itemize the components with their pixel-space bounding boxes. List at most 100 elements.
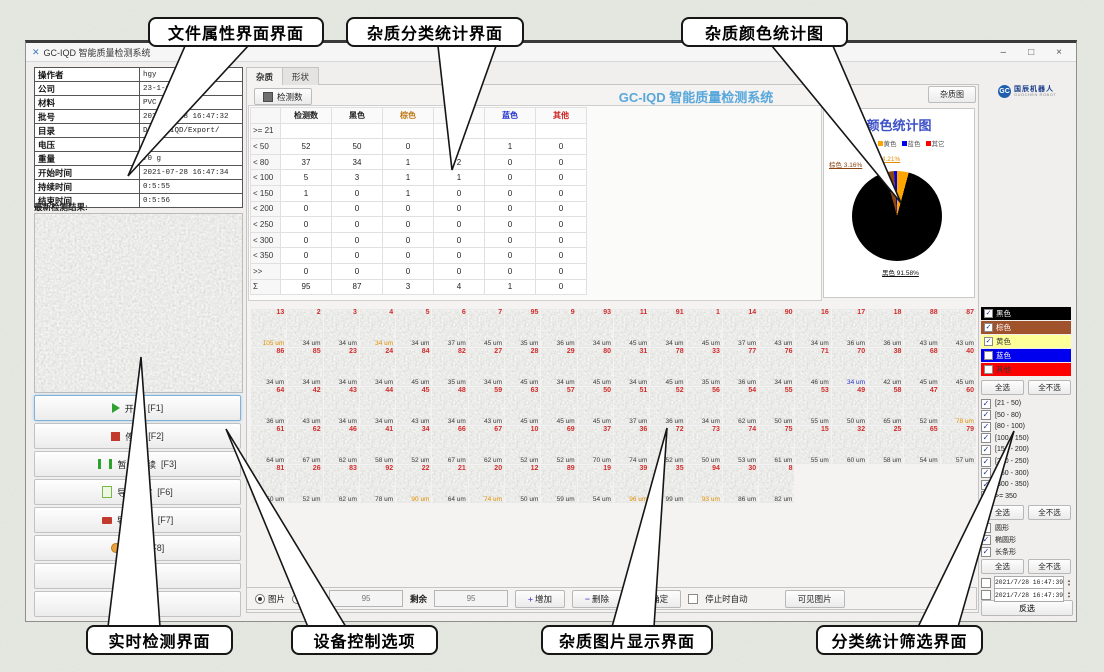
shape-filter-row[interactable]: ✓圆形 xyxy=(981,522,1071,533)
impurity-tile[interactable]: 9278 um xyxy=(360,465,395,503)
impurity-tile[interactable]: 7146 um xyxy=(795,348,830,386)
shape-filter-row[interactable]: ✓椭圆形 xyxy=(981,534,1071,545)
impurity-tile[interactable]: 9043 um xyxy=(759,309,794,347)
impurity-tile[interactable]: 6267 um xyxy=(287,426,322,464)
impurity-tile[interactable]: 2074 um xyxy=(469,465,504,503)
select-all-button[interactable]: 全选 xyxy=(981,559,1024,574)
impurity-tile[interactable]: 5745 um xyxy=(541,387,576,425)
datetime-value[interactable]: 2021/7/28 16:47:39 xyxy=(994,588,1064,602)
range-filter-row[interactable]: ✓>= 350 xyxy=(981,491,1071,502)
impurity-tile[interactable]: 6078 um xyxy=(941,387,976,425)
datetime-checkbox[interactable] xyxy=(981,578,991,588)
fullscreen-button[interactable]: 全屏 xyxy=(34,563,241,589)
impurity-tile[interactable]: 6952 um xyxy=(541,426,576,464)
impurity-tile[interactable]: 7453 um xyxy=(723,426,758,464)
close-button[interactable]: × xyxy=(1056,47,1062,58)
impurity-tile[interactable]: 3086 um xyxy=(723,465,758,503)
impurity-tile[interactable]: 8959 um xyxy=(541,465,576,503)
impurity-tile[interactable]: 8743 um xyxy=(941,309,976,347)
shape-checkbox[interactable]: ✓ xyxy=(981,523,991,533)
impurity-tile[interactable]: 8843 um xyxy=(904,309,939,347)
delete-button[interactable]: −删除 xyxy=(572,590,622,608)
play-button[interactable]: 开始[F1] xyxy=(34,395,241,421)
range-checkbox[interactable]: ✓ xyxy=(981,457,991,467)
impurity-tile[interactable]: 7034 um xyxy=(832,348,867,386)
impurity-tile[interactable]: 9493 um xyxy=(687,465,722,503)
color-filter-checkbox[interactable] xyxy=(984,351,993,360)
impurity-tile[interactable]: 4950 um xyxy=(832,387,867,425)
impurity-tile[interactable]: 8045 um xyxy=(578,348,613,386)
impurity-tile[interactable]: 6667 um xyxy=(432,426,467,464)
impurity-tile[interactable]: 2845 um xyxy=(505,348,540,386)
impurity-tile[interactable]: 2734 um xyxy=(469,348,504,386)
impurity-tile[interactable]: 1634 um xyxy=(795,309,830,347)
impurity-tile[interactable]: 6345 um xyxy=(505,387,540,425)
impurity-tile[interactable]: 3674 um xyxy=(614,426,649,464)
color-filter-checkbox[interactable]: ✓ xyxy=(984,309,993,318)
impurity-tile[interactable]: 5236 um xyxy=(650,387,685,425)
impurity-tile[interactable]: 1555 um xyxy=(795,426,830,464)
impurity-tile[interactable]: 4243 um xyxy=(287,387,322,425)
impurity-tile[interactable]: 5462 um xyxy=(723,387,758,425)
range-checkbox[interactable]: ✓ xyxy=(981,410,991,420)
settings-button[interactable]: 设置[F8] xyxy=(34,535,241,561)
impurity-tile[interactable]: 13105 um xyxy=(251,309,286,347)
impurity-tile[interactable]: 7736 um xyxy=(723,348,758,386)
range-filter-row[interactable]: ✓[21 - 50) xyxy=(981,398,1071,409)
impurity-tile[interactable]: 745 um xyxy=(469,309,504,347)
stop-button[interactable]: 停止[F2] xyxy=(34,423,241,449)
impurity-tile[interactable]: 2164 um xyxy=(432,465,467,503)
detect-count-button[interactable]: 检测数 xyxy=(254,88,312,105)
impurity-tile[interactable]: 3996 um xyxy=(614,465,649,503)
color-filter-1[interactable]: ✓棕色 xyxy=(981,321,1071,334)
remain-input[interactable] xyxy=(434,590,508,607)
impurity-tile[interactable]: 334 um xyxy=(324,309,359,347)
select-none-button[interactable]: 全不选 xyxy=(1028,559,1071,574)
impurity-tile[interactable]: 7845 um xyxy=(650,348,685,386)
impurity-tile[interactable]: 6554 um xyxy=(904,426,939,464)
visible-images-button[interactable]: 可见图片 xyxy=(785,590,845,608)
impurity-tile[interactable]: 6762 um xyxy=(469,426,504,464)
impurity-tile[interactable]: 9134 um xyxy=(650,309,685,347)
export-txt-button[interactable]: 导出TXT[F6] xyxy=(34,479,241,505)
impurity-tile[interactable]: 2934 um xyxy=(541,348,576,386)
range-filter-row[interactable]: ✓[100 - 150) xyxy=(981,433,1071,444)
impurity-tile[interactable]: 5943 um xyxy=(469,387,504,425)
impurity-tile[interactable]: 145 um xyxy=(687,309,722,347)
impurity-tile[interactable]: 8634 um xyxy=(251,348,286,386)
impurity-tile[interactable]: 3134 um xyxy=(614,348,649,386)
impurity-tile[interactable]: 1145 um xyxy=(614,309,649,347)
impurity-tile[interactable]: 5865 um xyxy=(868,387,903,425)
impurity-tile[interactable]: 5355 um xyxy=(795,387,830,425)
impurity-tile[interactable]: 534 um xyxy=(396,309,431,347)
spinner-icon[interactable]: ▲▼ xyxy=(1067,591,1071,599)
confirm-button[interactable]: ✓确定 xyxy=(629,590,681,608)
impurity-tile[interactable]: 8534 um xyxy=(287,348,322,386)
range-checkbox[interactable]: ✓ xyxy=(981,433,991,443)
impurity-tile[interactable]: 5137 um xyxy=(614,387,649,425)
impurity-tile[interactable]: 4334 um xyxy=(324,387,359,425)
impurity-tile[interactable]: 2290 um xyxy=(396,465,431,503)
impurity-tile[interactable]: 234 um xyxy=(287,309,322,347)
color-filter-2[interactable]: ✓黄色 xyxy=(981,335,1071,348)
impurity-tile[interactable]: 4158 um xyxy=(360,426,395,464)
impurity-tile[interactable]: 7350 um xyxy=(687,426,722,464)
spinner-icon[interactable]: ▲▼ xyxy=(1067,579,1071,587)
impurity-tile[interactable]: 2652 um xyxy=(287,465,322,503)
impurity-tile[interactable]: 4662 um xyxy=(324,426,359,464)
impurity-tile[interactable]: 6436 um xyxy=(251,387,286,425)
impurity-tile[interactable]: 2334 um xyxy=(324,348,359,386)
impurity-tile[interactable]: 1437 um xyxy=(723,309,758,347)
range-checkbox[interactable]: ✓ xyxy=(981,445,991,455)
impurity-tile[interactable]: 7957 um xyxy=(941,426,976,464)
impurity-tile[interactable]: 8150 um xyxy=(251,465,286,503)
shape-checkbox[interactable]: ✓ xyxy=(981,547,991,557)
radio-image[interactable] xyxy=(255,594,265,604)
impurity-tile[interactable]: 9535 um xyxy=(505,309,540,347)
impurity-tile[interactable]: 6164 um xyxy=(251,426,286,464)
color-filter-4[interactable]: 其他 xyxy=(981,363,1071,376)
impurity-tile[interactable]: 4752 um xyxy=(904,387,939,425)
impurity-tile[interactable]: 3842 um xyxy=(868,348,903,386)
shape-checkbox[interactable]: ✓ xyxy=(981,535,991,545)
count-input[interactable] xyxy=(329,590,403,607)
